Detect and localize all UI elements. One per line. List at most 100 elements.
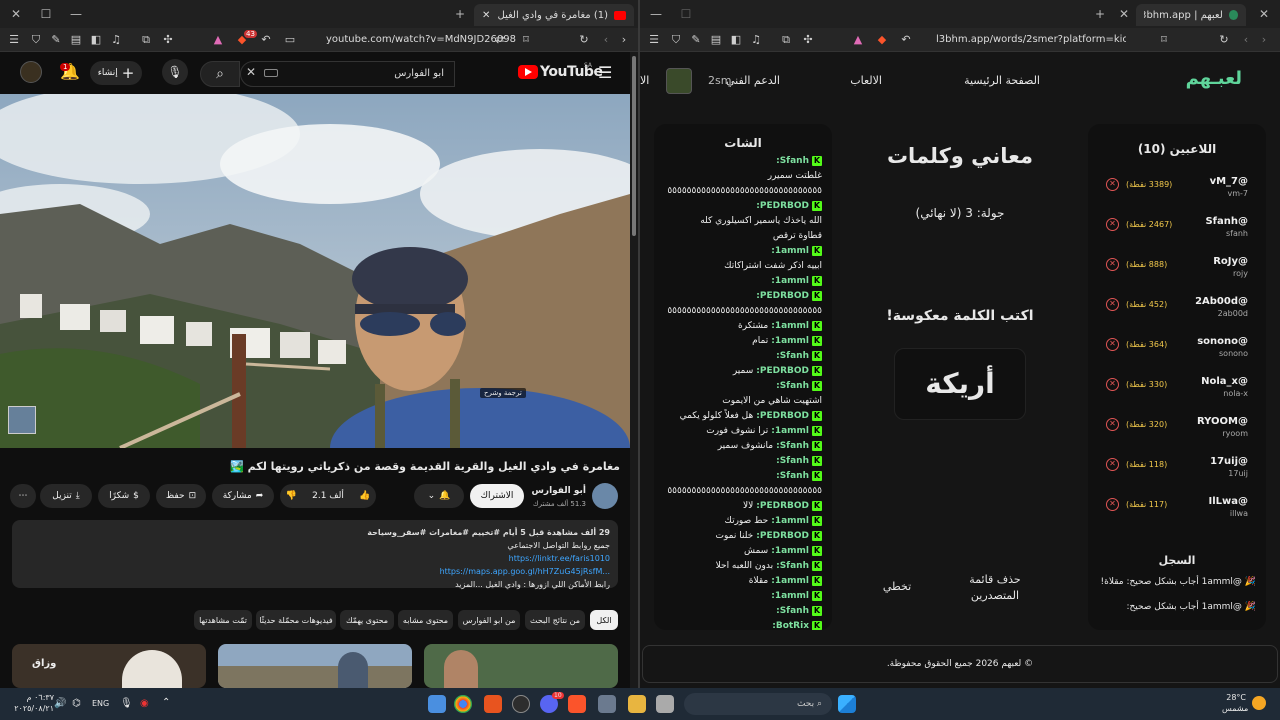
- chip-similar[interactable]: محتوى مشابه: [398, 610, 453, 630]
- rewards-icon[interactable]: ▲: [850, 32, 866, 48]
- chip-all[interactable]: الكل: [590, 610, 618, 630]
- puzzle-icon[interactable]: ✣: [800, 32, 816, 48]
- remove-player-icon[interactable]: ✕: [1106, 298, 1119, 311]
- app-icon[interactable]: [484, 695, 502, 713]
- chip-from-channel[interactable]: من ابو الفوارس: [458, 610, 520, 630]
- like-icon[interactable]: 👍: [359, 491, 370, 501]
- extensions-icon[interactable]: ✎: [48, 32, 64, 48]
- show-hidden-icons-chevron-icon[interactable]: ⌃: [162, 697, 170, 708]
- extensions-icon[interactable]: ✎: [688, 32, 704, 48]
- minimize-icon[interactable]: —: [648, 6, 664, 22]
- nav-support[interactable]: الدعم الفني: [726, 74, 780, 87]
- chat-username[interactable]: PEDRBOD:: [756, 366, 809, 376]
- chat-username[interactable]: BotRix:: [772, 621, 809, 630]
- undo-icon[interactable]: ↶: [258, 32, 274, 48]
- taskbar-search-input[interactable]: ⌕ بحث: [684, 693, 832, 715]
- close-window-icon[interactable]: ✕: [8, 6, 24, 22]
- shield-icon[interactable]: ⛉: [668, 32, 684, 48]
- chat-username[interactable]: Sfanh:: [776, 156, 809, 166]
- new-tab-icon[interactable]: +: [1092, 6, 1108, 22]
- task-view-icon[interactable]: [656, 695, 674, 713]
- chat-username[interactable]: PEDRBOD:: [756, 531, 809, 541]
- files-app-icon[interactable]: [428, 695, 446, 713]
- maximize-icon[interactable]: ☐: [678, 6, 694, 22]
- file-explorer-icon[interactable]: [628, 695, 646, 713]
- chat-username[interactable]: 1amml:: [771, 426, 809, 436]
- hamburger-menu-icon[interactable]: ☰: [598, 63, 612, 82]
- keyboard-icon[interactable]: [264, 69, 278, 77]
- save-button[interactable]: حفظ ⊡: [156, 484, 206, 508]
- chat-username[interactable]: PEDRBOD:: [756, 411, 809, 421]
- create-button[interactable]: إنشاء +: [90, 61, 142, 85]
- chat-username[interactable]: 1amml:: [771, 516, 809, 526]
- nav-games[interactable]: الالعاب: [850, 74, 882, 87]
- thumbnail-1[interactable]: وزاق: [12, 644, 206, 688]
- chat-username[interactable]: 1amml:: [771, 276, 809, 286]
- record-icon[interactable]: ◉: [140, 698, 149, 709]
- maximize-icon[interactable]: ☐: [38, 6, 54, 22]
- chat-username[interactable]: 1amml:: [771, 246, 809, 256]
- search-button[interactable]: ⌕: [200, 61, 240, 87]
- screenshot-icon[interactable]: ⧉: [138, 32, 154, 48]
- puzzle-icon[interactable]: ✣: [160, 32, 176, 48]
- remove-player-icon[interactable]: ✕: [1106, 218, 1119, 231]
- menu-icon[interactable]: ☰: [6, 32, 22, 48]
- chat-username[interactable]: 1amml:: [771, 576, 809, 586]
- address-bar[interactable]: youtube.com/watch?v=MdN9JD26098: [326, 32, 516, 48]
- chat-username[interactable]: PEDRBOD:: [756, 291, 809, 301]
- nav-overflow[interactable]: الا: [640, 74, 649, 87]
- cast-icon[interactable]: ▭: [282, 32, 298, 48]
- new-tab-icon[interactable]: +: [452, 6, 468, 22]
- clear-leaderboard-button[interactable]: حذف قائمة المتصدرين: [950, 572, 1040, 604]
- minimize-icon[interactable]: —: [68, 6, 84, 22]
- close-tab-icon[interactable]: ✕: [1116, 6, 1132, 22]
- sidebar-icon[interactable]: ◧: [88, 32, 104, 48]
- clear-search-icon[interactable]: ✕: [246, 65, 256, 79]
- back-icon[interactable]: ‹: [1238, 32, 1254, 48]
- sidebar-icon[interactable]: ◧: [728, 32, 744, 48]
- reload-icon[interactable]: ↻: [1216, 32, 1232, 48]
- description-box[interactable]: 29 ألف مشاهدة قبل 5 أيام #تخييم #مغامرات…: [12, 520, 618, 589]
- remove-player-icon[interactable]: ✕: [1106, 498, 1119, 511]
- remove-player-icon[interactable]: ✕: [1106, 458, 1119, 471]
- bookmark-icon[interactable]: ⌑: [1156, 32, 1172, 48]
- back-icon[interactable]: ‹: [598, 32, 614, 48]
- chat-username[interactable]: 1amml:: [771, 546, 809, 556]
- tab-youtube[interactable]: (1) مغامرة في وادي الغيل والقر ✕: [474, 4, 634, 26]
- dislike-icon[interactable]: 👎: [286, 491, 297, 501]
- video-player[interactable]: ترجمة وشرح: [0, 94, 630, 448]
- chat-username[interactable]: 1amml:: [771, 336, 809, 346]
- screenshot-icon[interactable]: ⧉: [778, 32, 794, 48]
- more-actions-icon[interactable]: ⋯: [10, 484, 36, 508]
- volume-icon[interactable]: 🔊: [54, 698, 66, 709]
- music-icon[interactable]: ♫: [108, 32, 124, 48]
- user-avatar[interactable]: [666, 68, 692, 94]
- wallet-icon[interactable]: ▤: [708, 32, 724, 48]
- chat-username[interactable]: Sfanh:: [776, 441, 809, 451]
- close-window-icon[interactable]: ✕: [1256, 6, 1272, 22]
- chrome-icon[interactable]: [454, 695, 472, 713]
- skip-button[interactable]: تخطي: [872, 580, 922, 593]
- share-url-icon[interactable]: ⇄: [492, 32, 508, 48]
- chat-username[interactable]: 1amml:: [771, 321, 809, 331]
- remove-player-icon[interactable]: ✕: [1106, 418, 1119, 431]
- language-indicator[interactable]: ENG: [92, 699, 109, 708]
- chip-watched[interactable]: تمّت مشاهدتها: [194, 610, 252, 630]
- youtube-logo-icon[interactable]: [518, 65, 538, 79]
- address-bar[interactable]: l3bhm.app/words/2smer?platform=kick: [936, 32, 1126, 48]
- chat-username[interactable]: PEDRBOD:: [756, 201, 809, 211]
- obs-icon[interactable]: [512, 695, 530, 713]
- channel-avatar[interactable]: [592, 483, 618, 509]
- description-link2[interactable]: https://maps.app.goo.gl/hH7ZuG45jRsfM...: [20, 565, 610, 578]
- thumbnail-3[interactable]: [424, 644, 618, 688]
- chip-search-results[interactable]: من نتائج البحث: [525, 610, 585, 630]
- share-button[interactable]: مشاركة ➦: [212, 484, 274, 508]
- music-icon[interactable]: ♫: [748, 32, 764, 48]
- forward-icon[interactable]: ›: [1256, 32, 1272, 48]
- widgets-icon[interactable]: [598, 695, 616, 713]
- remove-player-icon[interactable]: ✕: [1106, 338, 1119, 351]
- rewards-icon[interactable]: ▲: [210, 32, 226, 48]
- remove-player-icon[interactable]: ✕: [1106, 378, 1119, 391]
- thanks-button[interactable]: شكرًا $: [98, 484, 150, 508]
- nav-home[interactable]: الصفحة الرئيسية: [964, 74, 1040, 87]
